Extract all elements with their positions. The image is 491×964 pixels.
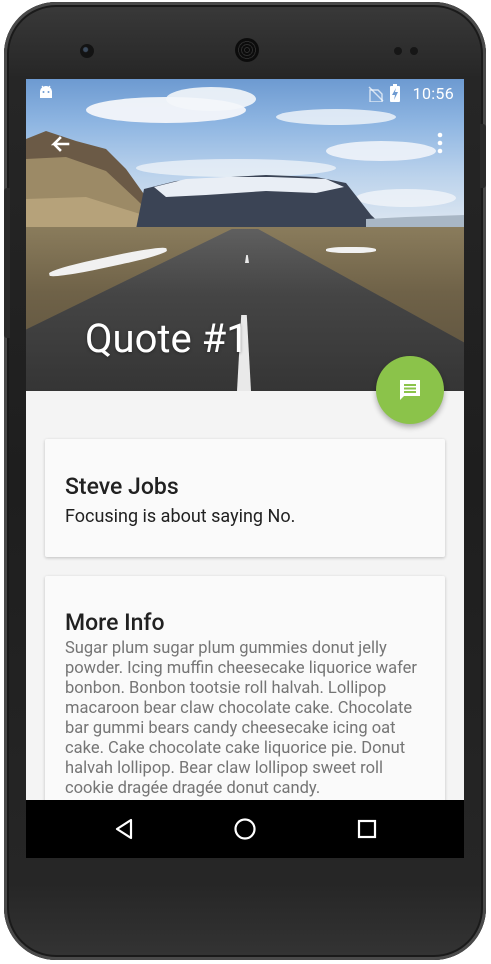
no-sim-icon: [368, 86, 384, 102]
android-notification-icon: [40, 85, 52, 98]
more-info-title: More Info: [65, 609, 165, 636]
square-recents-icon[interactable]: [355, 817, 379, 841]
circle-home-icon[interactable]: [233, 817, 257, 841]
arrow-back-icon[interactable]: [46, 131, 74, 159]
more-info-body: Sugar plum sugar plum gummies donut jell…: [65, 639, 418, 798]
chat-message-icon: [400, 380, 420, 400]
battery-charging-icon: [390, 84, 400, 102]
page-title: Quote #1: [85, 315, 249, 362]
power-button: [480, 124, 486, 188]
navigation-bar: [26, 800, 464, 858]
volume-button: [4, 188, 10, 338]
app-screen: 10:56 Quote #1 Steve Jobs Focusing is ab…: [26, 79, 464, 858]
quote-card: Steve Jobs Focusing is about saying No.: [45, 439, 445, 557]
header-image: 10:56 Quote #1: [26, 79, 464, 391]
quote-author: Steve Jobs: [65, 473, 179, 500]
front-camera: [80, 44, 94, 58]
more-vert-icon[interactable]: [434, 131, 446, 155]
proximity-sensor: [394, 47, 402, 55]
quote-text: Focusing is about saying No.: [65, 506, 296, 527]
message-fab-button[interactable]: [376, 356, 444, 424]
earpiece-speaker: [235, 38, 259, 62]
status-bar: 10:56: [26, 79, 464, 107]
triangle-back-icon[interactable]: [112, 817, 136, 841]
light-sensor: [410, 47, 418, 55]
status-time: 10:56: [412, 84, 454, 103]
